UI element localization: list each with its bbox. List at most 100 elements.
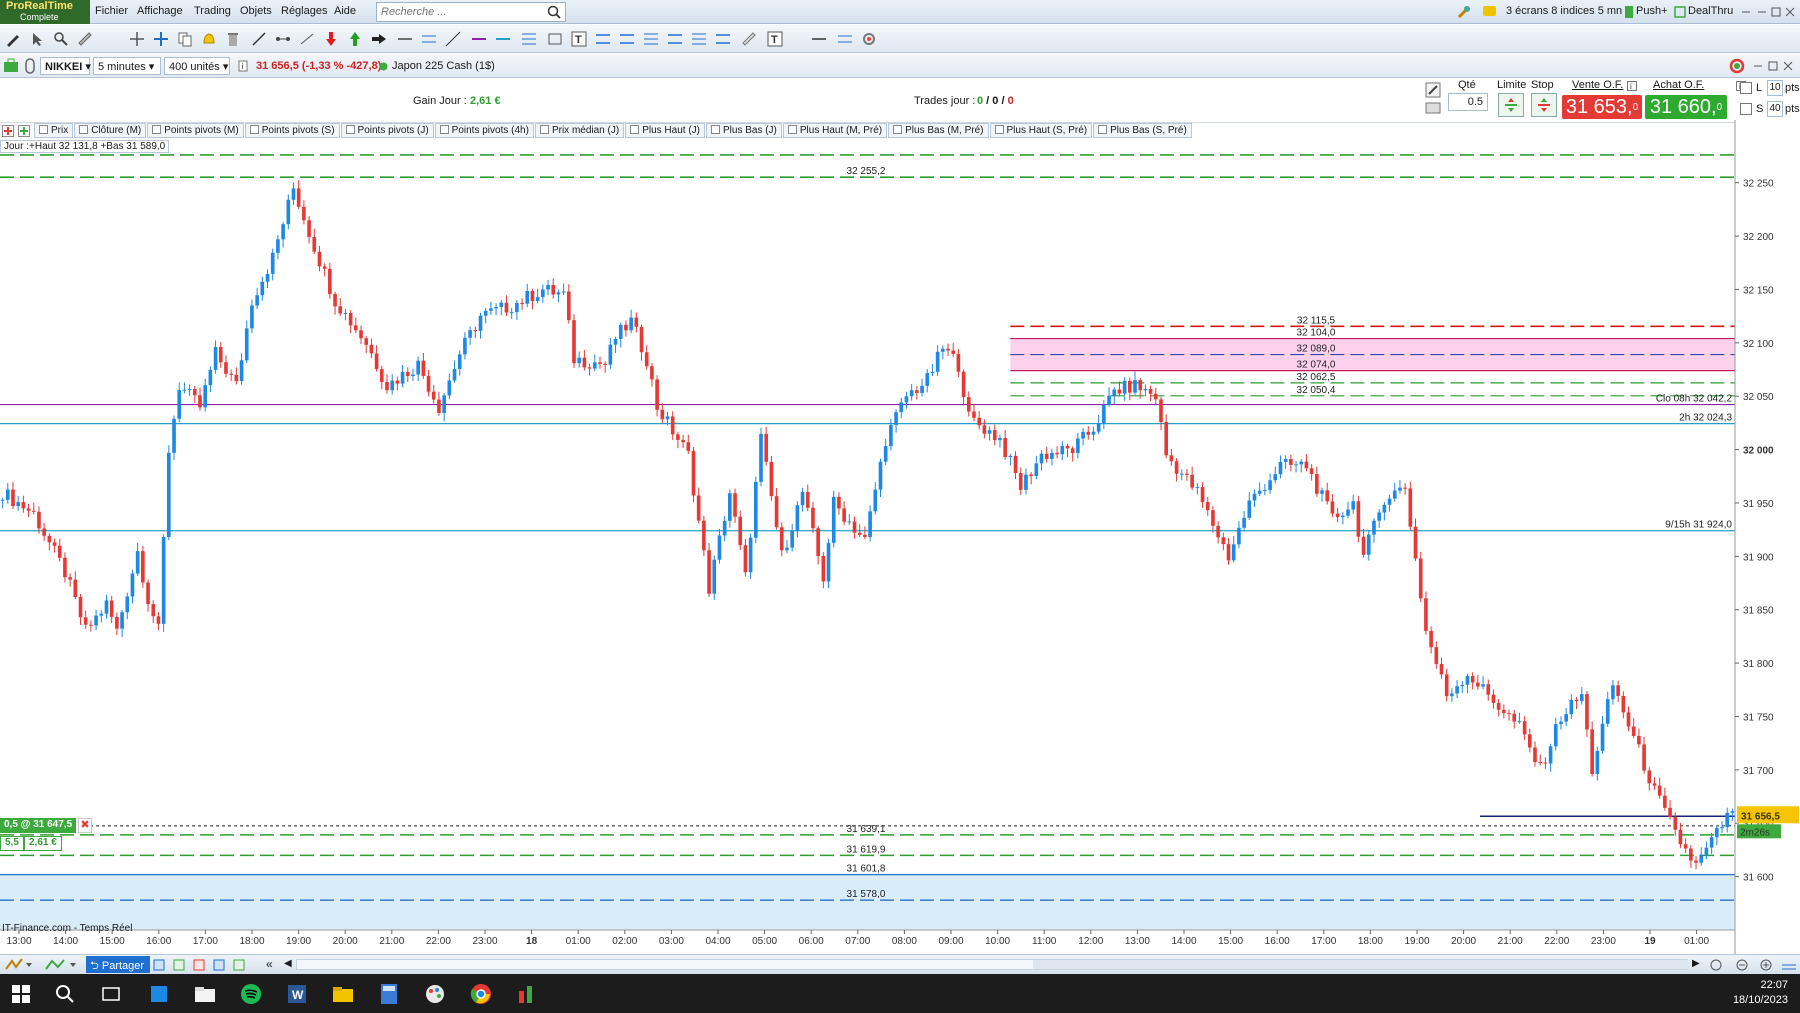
- candle-body: [1725, 812, 1730, 828]
- candle-body: [73, 579, 78, 597]
- candle-body: [1039, 453, 1044, 464]
- candle-body: [99, 613, 104, 616]
- candle-body: [78, 596, 83, 618]
- x-tick-label: 12:00: [1078, 936, 1103, 947]
- candle-body: [1496, 702, 1501, 710]
- scroll-right-icon[interactable]: ▶: [1692, 958, 1700, 969]
- prorealtime-taskbar-icon[interactable]: [514, 981, 540, 1007]
- word-icon[interactable]: W: [284, 981, 310, 1007]
- scrollbar-thumb[interactable]: [1033, 960, 1689, 969]
- file-explorer-icon[interactable]: [192, 981, 218, 1007]
- candle-body: [374, 353, 379, 370]
- candle-body: [899, 402, 904, 413]
- taskbar-search-icon[interactable]: [52, 981, 78, 1007]
- task-view-icon[interactable]: [98, 981, 124, 1007]
- candle-body: [1382, 504, 1387, 513]
- x-tick-label: 18: [526, 936, 538, 947]
- candle-body: [525, 290, 530, 304]
- candle-body: [790, 530, 794, 548]
- horizontal-scrollbar[interactable]: [296, 959, 1689, 970]
- candle-body: [1553, 724, 1558, 747]
- x-tick-label: 22:00: [1544, 936, 1569, 947]
- spotify-icon[interactable]: [238, 981, 264, 1007]
- candle-body: [1413, 526, 1418, 559]
- position-pnl: 2,61 €: [24, 836, 62, 851]
- candle-body: [987, 430, 992, 434]
- candle-body: [229, 373, 233, 375]
- chart-tools-icons[interactable]: [152, 958, 248, 972]
- candle-body: [1403, 487, 1407, 489]
- windows-start-icon[interactable]: [8, 981, 34, 1007]
- candle-body: [452, 368, 457, 381]
- indicators-menu-icon[interactable]: [44, 957, 78, 973]
- x-tick-label: 20:00: [333, 936, 358, 947]
- candle-body: [21, 502, 26, 509]
- candle-body: [515, 302, 519, 313]
- candle-body: [1211, 510, 1215, 526]
- candle-body: [1325, 490, 1330, 502]
- paint-icon[interactable]: [422, 981, 448, 1007]
- candle-body: [1720, 827, 1724, 829]
- close-position-icon[interactable]: ✖: [78, 818, 92, 833]
- candle-body: [868, 511, 872, 537]
- candle-body: [379, 369, 384, 382]
- candle-body: [489, 308, 493, 311]
- candle-body: [873, 489, 878, 512]
- candle-body: [421, 360, 426, 376]
- x-tick-label: 17:00: [1311, 936, 1336, 947]
- candle-body: [1543, 762, 1548, 764]
- candle-body: [1476, 682, 1480, 687]
- clock-date: 18/10/2023: [1732, 994, 1788, 1006]
- x-tick-label: 04:00: [705, 936, 730, 947]
- candle-body: [1481, 684, 1485, 687]
- price-level-label: 31 601,8: [847, 864, 886, 875]
- x-tick-label: 15:00: [100, 936, 125, 947]
- strategy-icon[interactable]: [4, 957, 32, 973]
- price-level-label: 32 089,0: [1297, 344, 1336, 355]
- windows-taskbar: W 22:07 18/10/2023: [0, 974, 1800, 1013]
- share-button[interactable]: ⮌ Partager: [86, 956, 151, 973]
- candle-body: [1340, 515, 1345, 518]
- position-size: 5,5: [0, 836, 24, 851]
- scroll-left-icon[interactable]: ◀: [284, 958, 292, 969]
- candle-body: [941, 348, 945, 352]
- price-chart[interactable]: 32 255,2 32 115,5 32 104,0 32 089,0 32 074,0…: [0, 0, 1800, 954]
- candle-body: [1434, 647, 1439, 664]
- store-app-icon[interactable]: [146, 981, 172, 1007]
- candle-body: [702, 520, 706, 551]
- price-level-label: 32 255,2: [847, 166, 886, 177]
- candle-body: [1694, 860, 1698, 863]
- candle-body: [198, 395, 202, 408]
- x-tick-label: 06:00: [799, 936, 824, 947]
- zoom-controls-icon[interactable]: [1708, 957, 1798, 973]
- candle-body: [1351, 501, 1356, 510]
- system-clock[interactable]: 22:07 18/10/2023: [1733, 978, 1788, 1008]
- x-tick-label: 15:00: [1218, 936, 1243, 947]
- candle-body: [218, 347, 223, 363]
- candle-body: [1304, 461, 1309, 469]
- folder-icon[interactable]: [330, 981, 356, 1007]
- x-tick-label: 13:00: [1125, 936, 1150, 947]
- candle-body: [629, 317, 633, 331]
- candle-body: [587, 367, 592, 369]
- candle-body: [1699, 854, 1704, 863]
- scroll-left-fast-icon[interactable]: «: [266, 957, 273, 971]
- candle-body: [431, 391, 436, 400]
- candle-body: [863, 534, 867, 537]
- candle-body: [1574, 699, 1579, 702]
- candle-body: [109, 600, 114, 617]
- position-badge[interactable]: 0,5 @ 31 647,5: [0, 818, 77, 833]
- y-tick-label: 32 150: [1743, 285, 1774, 296]
- candle-body: [1003, 437, 1007, 457]
- candle-body: [239, 360, 244, 382]
- candle-body: [951, 350, 956, 354]
- calculator-icon[interactable]: [376, 981, 402, 1007]
- candle-body: [889, 424, 893, 447]
- candle-body: [1346, 509, 1350, 516]
- candle-body: [37, 511, 41, 529]
- candle-body: [977, 417, 982, 426]
- chrome-icon[interactable]: [468, 981, 494, 1007]
- candle-body: [847, 521, 852, 523]
- candle-body: [696, 495, 701, 521]
- candle-body: [1647, 770, 1652, 784]
